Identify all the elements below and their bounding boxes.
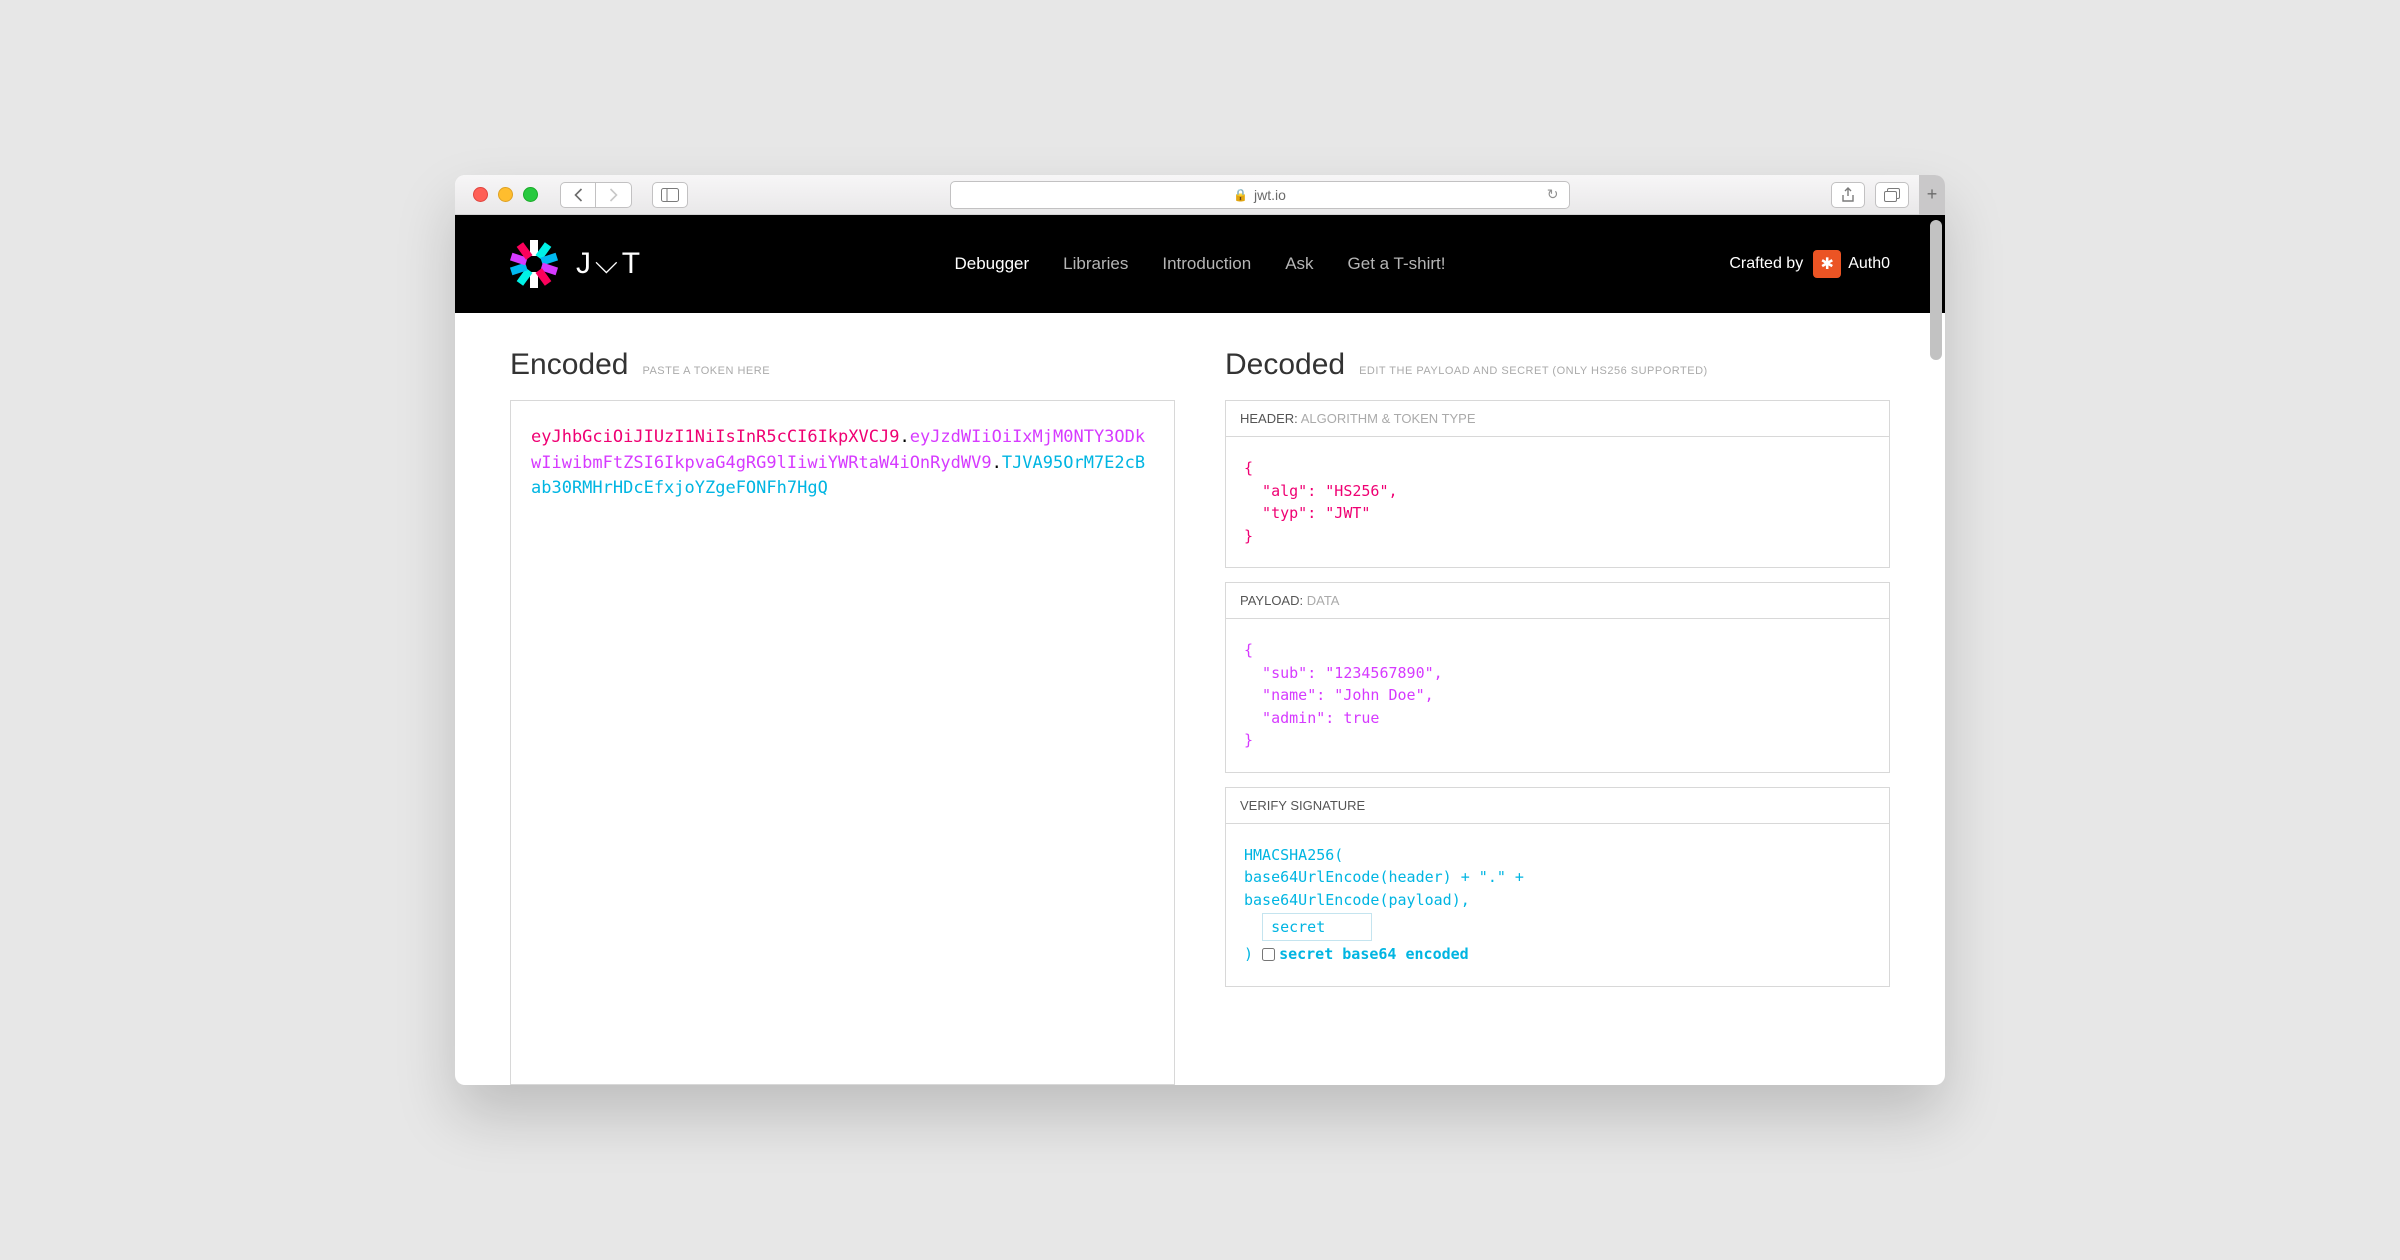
header-label: HEADER:: [1240, 411, 1298, 426]
encoded-hint: PASTE A TOKEN HERE: [642, 365, 770, 377]
payload-sublabel: DATA: [1307, 593, 1340, 608]
nav-debugger[interactable]: Debugger: [954, 254, 1029, 274]
address-bar[interactable]: 🔒 jwt.io ↻: [950, 181, 1570, 209]
crafted-by: Crafted by ✱ Auth0: [1729, 250, 1890, 278]
jwt-logo-icon: [510, 240, 558, 288]
header-sublabel: ALGORITHM & TOKEN TYPE: [1301, 411, 1476, 426]
encoded-pane: Encoded PASTE A TOKEN HERE eyJhbGciOiJIU…: [510, 348, 1175, 1085]
signature-section-label: VERIFY SIGNATURE: [1225, 787, 1890, 824]
lock-icon: 🔒: [1233, 188, 1248, 202]
decoded-pane: Decoded EDIT THE PAYLOAD AND SECRET (ONL…: [1225, 348, 1890, 1085]
scrollbar-thumb[interactable]: [1930, 220, 1942, 360]
payload-json-editor[interactable]: { "sub": "1234567890", "name": "John Doe…: [1225, 619, 1890, 773]
signature-label: VERIFY SIGNATURE: [1240, 798, 1365, 813]
auth0-brand: Auth0: [1848, 255, 1890, 273]
decoded-hint: EDIT THE PAYLOAD AND SECRET (ONLY HS256 …: [1359, 365, 1708, 377]
new-tab-button[interactable]: +: [1919, 175, 1945, 215]
main-content: Encoded PASTE A TOKEN HERE eyJhbGciOiJIU…: [455, 313, 1945, 1085]
sig-line2: base64UrlEncode(header) + "." +: [1244, 866, 1871, 889]
maximize-window-button[interactable]: [523, 187, 538, 202]
browser-window: 🔒 jwt.io ↻ +: [455, 175, 1945, 1085]
nav-tshirt[interactable]: Get a T-shirt!: [1348, 254, 1446, 274]
sidebar-toggle-button[interactable]: [652, 182, 688, 208]
decoded-title-row: Decoded EDIT THE PAYLOAD AND SECRET (ONL…: [1225, 348, 1890, 382]
chevron-left-icon: [573, 188, 584, 202]
close-window-button[interactable]: [473, 187, 488, 202]
traffic-lights: [473, 187, 538, 202]
secret-base64-checkbox[interactable]: [1262, 948, 1275, 961]
sidebar-icon: [661, 188, 679, 202]
tabs-button[interactable]: [1875, 182, 1909, 208]
share-icon: [1841, 187, 1855, 203]
browser-titlebar: 🔒 jwt.io ↻ +: [455, 175, 1945, 215]
forward-button[interactable]: [596, 182, 632, 208]
minimize-window-button[interactable]: [498, 187, 513, 202]
toolbar-right: +: [1831, 175, 1927, 215]
auth0-link[interactable]: ✱ Auth0: [1813, 250, 1890, 278]
nav-libraries[interactable]: Libraries: [1063, 254, 1128, 274]
secret-input[interactable]: [1262, 913, 1372, 941]
chevron-right-icon: [608, 188, 619, 202]
nav-introduction[interactable]: Introduction: [1162, 254, 1251, 274]
encoded-title: Encoded: [510, 348, 628, 382]
header-json-editor[interactable]: { "alg": "HS256", "typ": "JWT" }: [1225, 437, 1890, 568]
encoded-token-input[interactable]: eyJhbGciOiJIUzI1NiIsInR5cCI6IkpXVCJ9.eyJ…: [510, 400, 1175, 1085]
sig-line3: base64UrlEncode(payload),: [1244, 889, 1871, 912]
signature-body: HMACSHA256( base64UrlEncode(header) + ".…: [1225, 824, 1890, 987]
payload-section-label: PAYLOAD: DATA: [1225, 582, 1890, 619]
nav-ask[interactable]: Ask: [1285, 254, 1313, 274]
secret-base64-label: secret base64 encoded: [1279, 945, 1469, 963]
decoded-title: Decoded: [1225, 348, 1345, 382]
url-host: jwt.io: [1254, 187, 1286, 203]
site-header: J⌵T Debugger Libraries Introduction Ask …: [455, 215, 1945, 313]
crafted-by-label: Crafted by: [1729, 255, 1803, 273]
share-button[interactable]: [1831, 182, 1865, 208]
sig-close: ): [1244, 945, 1253, 963]
encoded-title-row: Encoded PASTE A TOKEN HERE: [510, 348, 1175, 382]
token-header-segment: eyJhbGciOiJIUzI1NiIsInR5cCI6IkpXVCJ9: [531, 427, 899, 447]
auth0-icon: ✱: [1813, 250, 1841, 278]
header-section-label: HEADER: ALGORITHM & TOKEN TYPE: [1225, 400, 1890, 437]
sig-line1: HMACSHA256(: [1244, 844, 1871, 867]
refresh-icon[interactable]: ↻: [1547, 186, 1559, 203]
back-button[interactable]: [560, 182, 596, 208]
logo-text: J⌵T: [576, 247, 644, 281]
decoded-sections: HEADER: ALGORITHM & TOKEN TYPE { "alg": …: [1225, 400, 1890, 1085]
tabs-icon: [1884, 188, 1900, 202]
payload-label: PAYLOAD:: [1240, 593, 1303, 608]
history-nav: [560, 182, 632, 208]
nav-menu: Debugger Libraries Introduction Ask Get …: [954, 254, 1445, 274]
logo[interactable]: J⌵T: [510, 240, 644, 288]
